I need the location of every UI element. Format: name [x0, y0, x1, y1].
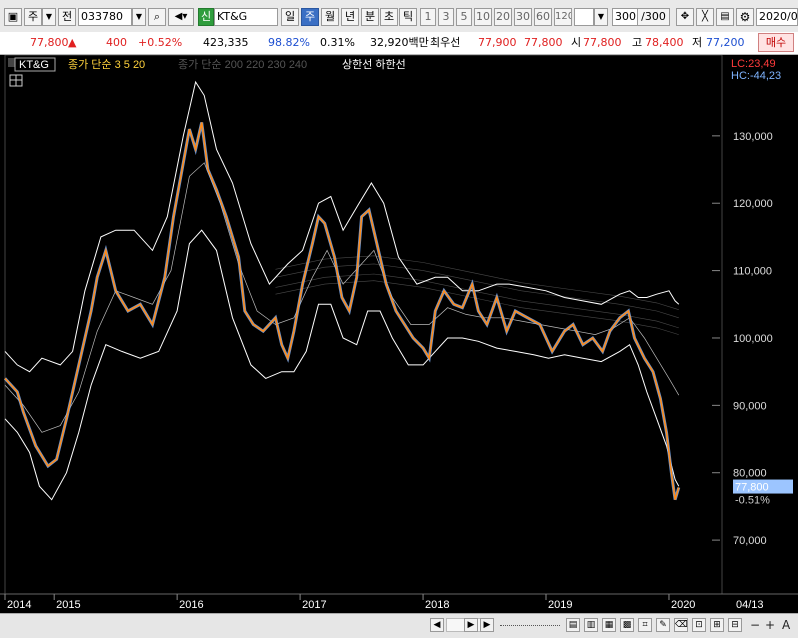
chart-window-icon[interactable]: ▣: [4, 8, 22, 26]
scroll-right-icon[interactable]: ▶: [464, 618, 478, 632]
interval-dropdown-icon[interactable]: ▼: [594, 8, 608, 26]
open-label: 시: [571, 36, 582, 49]
quote-bar: 77,800 ▲ 400 +0.52% 423,335 98.82% 0.31%…: [0, 32, 798, 55]
upper-band-line: [4, 80, 680, 373]
x-tick-label: 2014: [7, 599, 31, 611]
expand-icon[interactable]: ✥: [676, 8, 694, 26]
best-price-label: 최우선: [430, 36, 461, 49]
zoom-out-button[interactable]: −: [750, 618, 760, 632]
eraser-icon[interactable]: ⌫: [674, 618, 688, 632]
scroll-left-icon[interactable]: ◀: [430, 618, 444, 632]
high-price: 78,400: [645, 36, 684, 49]
save-icon[interactable]: ▤: [716, 8, 734, 26]
x-tick-label: 2018: [425, 599, 449, 611]
stock-name-field: KT&G: [214, 8, 278, 26]
price-change-pct: +0.52%: [138, 36, 183, 49]
layout-icon[interactable]: ▦: [602, 618, 616, 632]
chart-canvas: 70,000 80,000 90,000 100,000 110,000 120,000 1…: [0, 54, 798, 611]
interval-input[interactable]: [574, 8, 594, 26]
period-tick-button[interactable]: 틱: [399, 8, 417, 26]
x-tick-label: 2019: [548, 599, 572, 611]
current-price: 77,800: [30, 36, 69, 49]
y-tick-label: 70,000: [733, 535, 767, 547]
best-ask: 77,900: [478, 36, 517, 49]
interval-30-button[interactable]: 30: [514, 8, 532, 26]
legend-ma-long: 종가 단순 200 220 230 240: [178, 58, 307, 71]
interval-60-button[interactable]: 60: [534, 8, 552, 26]
toolbar: ▣ 주 ▼ 전 033780 ▼ ⌕ ◀▾ 신 KT&G 일 주 월 년 분 초…: [0, 0, 798, 33]
interval-120-button[interactable]: 120: [554, 8, 572, 26]
y-tick-label: 90,000: [733, 400, 767, 412]
legend-symbol: KT&G: [19, 59, 49, 71]
indicator-icon[interactable]: ⌗: [638, 618, 652, 632]
y-tick-label: 100,000: [733, 333, 773, 345]
interval-20-button[interactable]: 20: [494, 8, 512, 26]
lc-readout: LC:23,49: [731, 58, 776, 70]
high-label: 고: [632, 36, 643, 49]
period-day-button[interactable]: 일: [281, 8, 299, 26]
prev-button[interactable]: 전: [58, 8, 76, 26]
turnover-rate: 0.31%: [320, 36, 355, 49]
buy-button[interactable]: 매수: [758, 33, 794, 52]
period-second-button[interactable]: 초: [380, 8, 398, 26]
scroll-end-icon[interactable]: ▶: [480, 618, 494, 632]
up-arrow-icon: ▲: [68, 36, 77, 49]
period-week-button[interactable]: 주: [301, 8, 319, 26]
font-size-button[interactable]: A: [782, 618, 790, 632]
x-tick-label: 2016: [179, 599, 203, 611]
search-icon[interactable]: ⌕: [148, 8, 166, 26]
code-dropdown-icon[interactable]: ▼: [132, 8, 146, 26]
lock-icon[interactable]: ⊡: [692, 618, 706, 632]
interval-10-button[interactable]: 10: [474, 8, 492, 26]
legend-ma-short: 종가 단순 3 5 20: [68, 58, 145, 71]
interval-1-button[interactable]: 1: [420, 8, 436, 26]
period-minute-button[interactable]: 분: [361, 8, 379, 26]
bar-count-input[interactable]: 300: [612, 8, 638, 26]
hc-readout: HC:-44,23: [731, 70, 781, 82]
stock-chart: 70,000 80,000 90,000 100,000 110,000 120,000 1…: [0, 54, 798, 613]
zoom-slider-handle[interactable]: ▤: [566, 618, 580, 632]
interval-5-button[interactable]: 5: [456, 8, 472, 26]
open-price: 77,800: [583, 36, 622, 49]
draw-tool-icon[interactable]: ✎: [656, 618, 670, 632]
y-tick-label: 130,000: [733, 131, 773, 143]
x-tick-label: 2020: [671, 599, 695, 611]
y-tick-label: 120,000: [733, 198, 773, 210]
gear-icon[interactable]: ⚙: [736, 8, 754, 26]
legend-bands: 상한선 하한선: [342, 57, 406, 71]
x-tick-label: 2017: [302, 599, 326, 611]
chevron-down-icon[interactable]: ▼: [42, 8, 56, 26]
chart-footer: ◀ ▶ ▶ ▤ ▥ ▦ ▩ ⌗ ✎ ⌫ ⊡ ⊞ ⊟ − + A: [0, 613, 798, 638]
y-tick-label: 110,000: [733, 266, 772, 278]
stock-code-input[interactable]: 033780: [78, 8, 132, 26]
date-input[interactable]: 2020/04: [756, 8, 798, 26]
grid-toggle-icon[interactable]: ⊞: [710, 618, 724, 632]
zoom-track[interactable]: [500, 625, 560, 626]
period-month-button[interactable]: 월: [321, 8, 339, 26]
low-label: 저: [692, 36, 703, 49]
bar-count-total: /300: [638, 8, 670, 26]
trade-amount: 32,920백만: [370, 36, 429, 49]
last-date-label: 04/13: [736, 599, 764, 611]
y-tick-label: 80,000: [733, 468, 767, 480]
best-bid: 77,800: [524, 36, 563, 49]
speaker-icon[interactable]: ◀▾: [168, 8, 194, 26]
settings-small-icon[interactable]: ⊟: [728, 618, 742, 632]
chart-type-select[interactable]: 주: [24, 8, 42, 26]
lower-band-line: [4, 229, 680, 501]
new-listing-badge: 신: [198, 8, 214, 26]
price-tag: 77,800: [735, 482, 769, 494]
zoom-in-button[interactable]: +: [765, 618, 775, 632]
compare-icon[interactable]: ▩: [620, 618, 634, 632]
pct-tag: -0.51%: [735, 495, 770, 507]
trade-volume: 423,335: [203, 36, 249, 49]
interval-3-button[interactable]: 3: [438, 8, 454, 26]
price-change: 400: [106, 36, 127, 49]
volume-ratio: 98.82%: [268, 36, 310, 49]
low-price: 77,200: [706, 36, 745, 49]
period-year-button[interactable]: 년: [341, 8, 359, 26]
x-tick-label: 2015: [56, 599, 80, 611]
zoom-out-small-icon[interactable]: ▥: [584, 618, 598, 632]
crosshair-icon[interactable]: ╳: [696, 8, 714, 26]
